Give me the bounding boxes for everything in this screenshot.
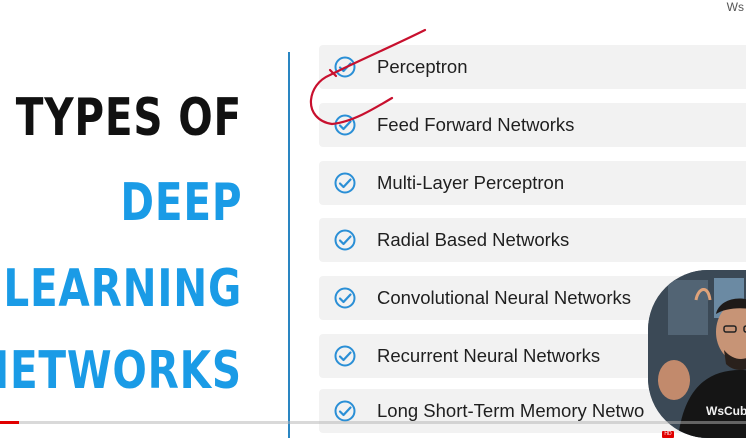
title-line-deep: DEEP bbox=[120, 173, 242, 233]
list-item-label: Recurrent Neural Networks bbox=[377, 345, 601, 366]
video-frame[interactable]: Ws TYPES OF DEEP LEARNING NETWORKS Perce… bbox=[0, 0, 746, 438]
title-line-types-of: TYPES OF bbox=[15, 88, 242, 148]
list-item-label: Multi-Layer Perceptron bbox=[377, 172, 565, 193]
check-circle-icon bbox=[334, 345, 356, 367]
list-item-perceptron: Perceptron bbox=[319, 45, 746, 89]
check-circle-icon bbox=[334, 229, 356, 251]
title-line-networks: NETWORKS bbox=[0, 341, 242, 401]
check-circle-icon bbox=[334, 400, 356, 422]
check-circle-icon bbox=[334, 56, 356, 78]
list-item-multi-layer-perceptron: Multi-Layer Perceptron bbox=[319, 161, 746, 205]
check-circle-icon bbox=[334, 287, 356, 309]
list-item-label: Long Short-Term Memory Netwo bbox=[377, 400, 645, 421]
video-progress-fill bbox=[0, 421, 19, 424]
hd-badge: HD bbox=[662, 431, 674, 438]
list-item-label: Radial Based Networks bbox=[377, 229, 570, 250]
check-circle-icon bbox=[334, 114, 356, 136]
video-progress-bar[interactable] bbox=[0, 421, 746, 424]
list-item-label: Perceptron bbox=[377, 56, 468, 77]
list-item-label: Convolutional Neural Networks bbox=[377, 287, 631, 308]
list-item-label: Feed Forward Networks bbox=[377, 114, 575, 135]
channel-watermark: Ws bbox=[726, 0, 744, 14]
list-item-feed-forward: Feed Forward Networks bbox=[319, 103, 746, 147]
check-circle-icon bbox=[334, 172, 356, 194]
hd-badge-label: HD bbox=[664, 431, 672, 437]
shirt-logo-text: WsCub bbox=[706, 404, 746, 418]
presenter-webcam: WsCub bbox=[648, 270, 746, 438]
title-line-learning: LEARNING bbox=[3, 259, 242, 319]
list-item-radial-based: Radial Based Networks bbox=[319, 218, 746, 262]
vertical-divider bbox=[288, 52, 290, 438]
